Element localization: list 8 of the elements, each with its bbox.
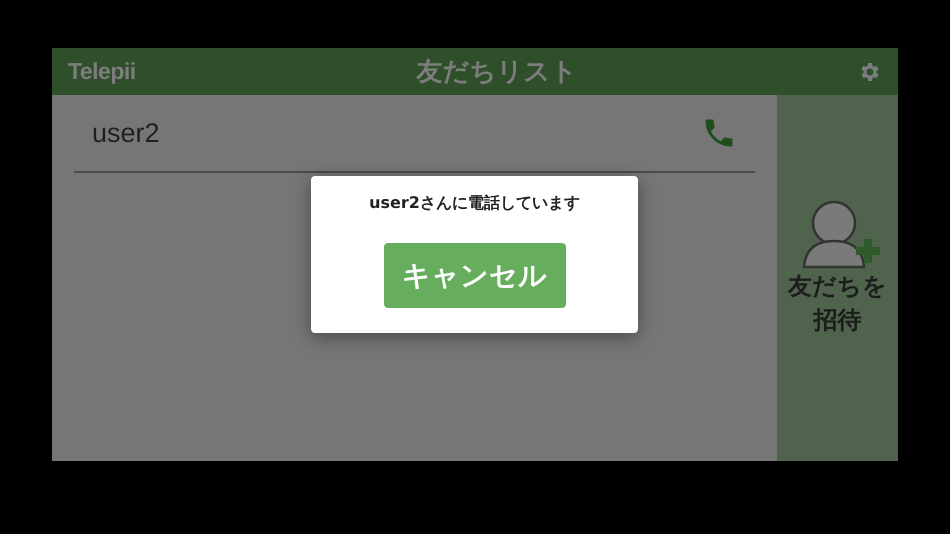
app-logo: Telepii <box>68 58 136 85</box>
screen-title: 友だちリスト <box>416 56 578 89</box>
invite-label: 友だちを招待 <box>786 271 888 336</box>
friend-row[interactable]: user2 <box>74 95 755 173</box>
friend-name: user2 <box>92 118 160 148</box>
cancel-button[interactable]: キャンセル <box>384 243 566 308</box>
calling-message: user2さんに電話しています <box>369 193 580 214</box>
invite-panel[interactable]: 友だちを招待 <box>777 95 898 461</box>
